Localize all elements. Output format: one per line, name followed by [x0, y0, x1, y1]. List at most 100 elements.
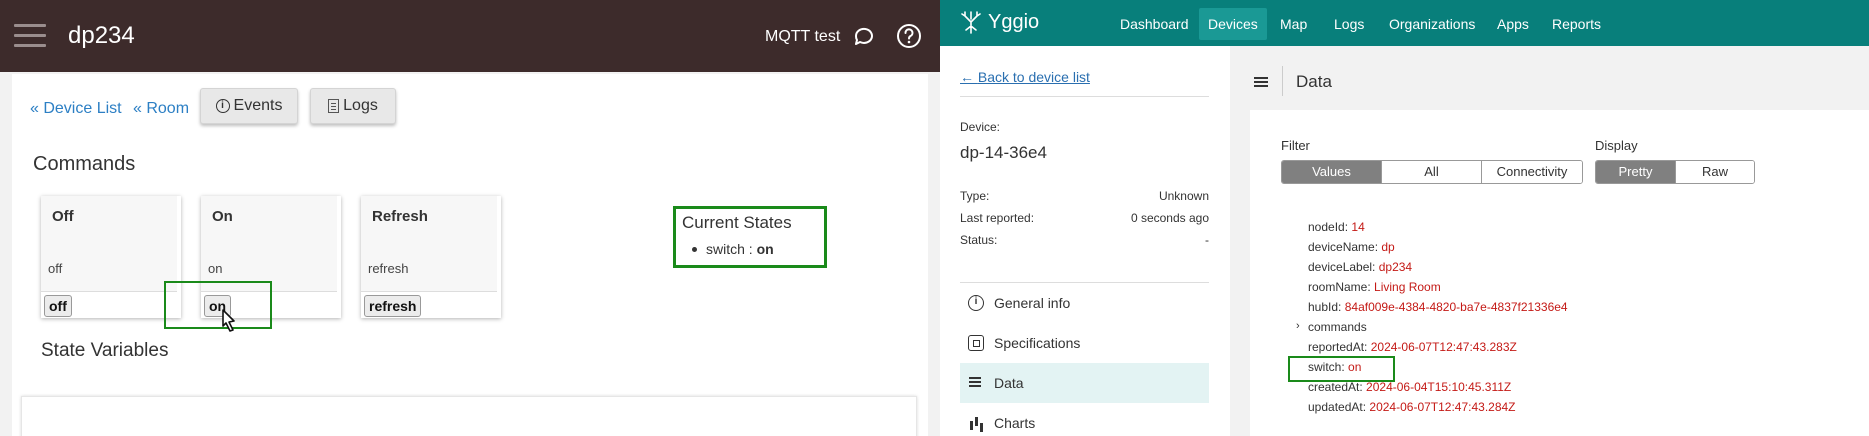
command-name: Refresh [372, 208, 428, 225]
back-to-device-list-link[interactable]: ← Back to device list [960, 69, 1090, 85]
filter-segmented-control: Values All Connectivity [1281, 160, 1583, 184]
display-pretty[interactable]: Pretty [1596, 161, 1676, 183]
data-key: hubId: [1308, 300, 1342, 314]
state-value: on [756, 241, 774, 257]
filter-connectivity[interactable]: Connectivity [1482, 161, 1582, 183]
breadcrumb-device-list[interactable]: « Device List [30, 100, 122, 118]
status-label: Status: [960, 233, 998, 247]
data-value: dp [1381, 240, 1395, 254]
yggio-brand[interactable]: Yggio [988, 11, 1039, 34]
refresh-button[interactable]: refresh [364, 295, 422, 317]
data-value: 2024-06-07T12:47:43.283Z [1370, 340, 1517, 354]
nav-devices[interactable]: Devices [1199, 8, 1267, 40]
data-value: 2024-06-04T15:10:45.311Z [1366, 380, 1512, 394]
command-card-body: Off off [41, 196, 177, 292]
nav-map[interactable]: Map [1271, 8, 1316, 40]
info-icon: i [215, 99, 230, 113]
menu-general-info[interactable]: i General info [960, 283, 1209, 323]
filter-all[interactable]: All [1382, 161, 1482, 183]
divider [960, 96, 1209, 97]
menu-label: Specifications [994, 335, 1081, 351]
menu-specifications[interactable]: Specifications [960, 323, 1209, 363]
logs-button[interactable]: Logs [310, 88, 396, 124]
chat-icon[interactable] [852, 24, 876, 48]
data-row-commands[interactable]: commands [1308, 320, 1367, 334]
data-key: updatedAt: [1308, 400, 1367, 414]
document-icon [328, 99, 340, 113]
off-button[interactable]: off [44, 295, 72, 317]
commands-heading: Commands [33, 153, 136, 175]
hamburger-icon[interactable] [14, 24, 46, 48]
type-value: Unknown [1158, 189, 1209, 203]
data-value: Living Room [1374, 280, 1441, 294]
current-states-box: Current States switch : on [673, 206, 827, 268]
device-label: Device: [960, 120, 1001, 134]
reported-value: 0 seconds ago [1130, 211, 1209, 225]
current-states-title: Current States [682, 213, 792, 232]
filter-label: Filter [1281, 138, 1310, 153]
nav-dashboard[interactable]: Dashboard [1111, 8, 1198, 40]
breadcrumb-room[interactable]: « Room [133, 100, 189, 118]
display-segmented-control: Pretty Raw [1595, 160, 1755, 184]
command-card-body: Refresh refresh [361, 196, 497, 292]
menu-data[interactable]: Data [960, 363, 1209, 403]
menu-charts[interactable]: Charts [960, 403, 1209, 436]
command-method: off [48, 261, 63, 276]
chip-icon [968, 335, 984, 351]
data-row-hubid: hubId: 84af009e-4384-4820-ba7e-4837f2133… [1308, 300, 1568, 314]
mqtt-label: MQTT test [765, 28, 841, 45]
menu-toggle-icon[interactable] [1254, 77, 1268, 89]
page-title: dp234 [68, 22, 135, 49]
nav-logs[interactable]: Logs [1325, 8, 1373, 40]
type-label: Type: [960, 189, 990, 203]
data-key: createdAt: [1308, 380, 1363, 394]
state-variables-panel [21, 396, 917, 436]
command-card-off: Off off off [41, 196, 181, 318]
data-row-updatedat: updatedAt: 2024-06-07T12:47:43.284Z [1308, 400, 1516, 414]
data-value: dp234 [1378, 260, 1413, 274]
display-raw[interactable]: Raw [1676, 161, 1754, 183]
device-name: dp-14-36e4 [960, 143, 1047, 162]
nav-reports[interactable]: Reports [1543, 8, 1610, 40]
data-value: 84af009e-4384-4820-ba7e-4837f21336e4 [1344, 300, 1568, 314]
data-key: deviceName: [1308, 240, 1379, 254]
list-icon [968, 375, 984, 391]
nav-organizations[interactable]: Organizations [1380, 8, 1484, 40]
command-card-body: On on [201, 196, 337, 292]
data-key: nodeId: [1308, 220, 1349, 234]
yggio-app: Yggio Dashboard Devices Map Logs Organiz… [940, 0, 1869, 436]
state-variables-heading: State Variables [41, 340, 169, 361]
command-name: Off [52, 208, 74, 225]
events-button[interactable]: i Events [200, 88, 298, 124]
command-card-refresh: Refresh refresh refresh [361, 196, 501, 318]
screen: dp234 MQTT test « Device List « Room i E… [0, 0, 1869, 436]
menu-label: General info [994, 295, 1071, 311]
switch-row-highlight [1288, 356, 1395, 382]
data-row-nodeid: nodeId: 14 [1308, 220, 1365, 234]
command-method: on [208, 261, 223, 276]
command-method: refresh [368, 261, 409, 276]
data-row-roomname: roomName: Living Room [1308, 280, 1441, 294]
data-row-devicename: deviceName: dp [1308, 240, 1395, 254]
state-item-switch: switch : on [692, 241, 774, 257]
app-header: dp234 MQTT test [0, 0, 940, 72]
info-status-row: Status: - [960, 233, 1209, 247]
data-key: commands [1308, 320, 1367, 334]
help-icon[interactable] [896, 23, 922, 49]
command-name: On [212, 208, 233, 225]
data-row-devicelabel: deviceLabel: dp234 [1308, 260, 1412, 274]
nav-apps[interactable]: Apps [1488, 8, 1538, 40]
data-row-createdat: createdAt: 2024-06-04T15:10:45.311Z [1308, 380, 1511, 394]
info-type-row: Type: Unknown [960, 189, 1209, 203]
divider [1282, 66, 1283, 96]
yggio-logo-icon[interactable] [960, 10, 982, 34]
back-arrow-icon: ← [960, 69, 974, 85]
main-title: Data [1296, 72, 1332, 91]
expand-chevron-icon[interactable]: › [1296, 320, 1300, 332]
menu-label: Data [994, 375, 1024, 391]
data-row-reportedat: reportedAt: 2024-06-07T12:47:43.283Z [1308, 340, 1517, 354]
hubitat-device-page: dp234 MQTT test « Device List « Room i E… [0, 0, 940, 436]
logs-label: Logs [343, 97, 378, 114]
filter-values[interactable]: Values [1282, 161, 1382, 183]
device-panel: « Device List « Room i Events Logs Comma… [12, 74, 928, 436]
